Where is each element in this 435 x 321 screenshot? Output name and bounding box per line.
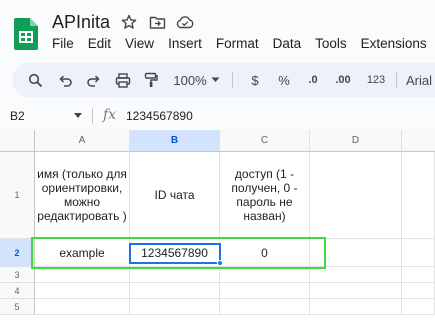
cell-e3[interactable] (402, 267, 435, 283)
cell-e5[interactable] (402, 299, 435, 315)
cell-d4[interactable] (310, 283, 402, 299)
row-header-4[interactable]: 4 (0, 283, 35, 299)
column-header-d[interactable]: D (310, 130, 402, 152)
cell-e1[interactable] (402, 152, 435, 239)
cell-b4[interactable] (130, 283, 220, 299)
cell-a1[interactable]: имя (только для ориентировки, можно реда… (35, 152, 130, 239)
sheets-logo-icon[interactable] (14, 18, 38, 50)
column-header-c[interactable]: C (220, 130, 310, 152)
menu-view[interactable]: View (125, 36, 154, 51)
spreadsheet-grid: A B C D 1 2 3 4 5 имя (только для ориент… (0, 130, 435, 321)
redo-icon[interactable] (84, 71, 102, 89)
move-folder-icon[interactable] (148, 13, 166, 31)
column-header-e[interactable] (402, 130, 435, 152)
cell-e2[interactable] (402, 239, 435, 267)
toolbar: 100% $ % .0 .00 123 Arial (12, 63, 435, 97)
increase-decimal-button[interactable]: .00 (330, 71, 356, 89)
cell-d5[interactable] (310, 299, 402, 315)
percent-format-button[interactable]: % (276, 71, 292, 89)
paint-format-icon[interactable] (142, 71, 160, 89)
menu-file[interactable]: File (52, 36, 74, 51)
app-header: APInita File Edit View Insert Format Dat… (0, 0, 435, 62)
row-header-1[interactable]: 1 (0, 152, 35, 239)
zoom-dropdown-icon[interactable] (210, 71, 220, 89)
star-icon[interactable] (120, 13, 138, 31)
column-header-a[interactable]: A (35, 130, 130, 152)
cell-c5[interactable] (220, 299, 310, 315)
number-format-button[interactable]: 123 (364, 71, 388, 89)
font-select[interactable]: Arial (406, 71, 435, 89)
document-title[interactable]: APInita (52, 12, 110, 33)
decrease-decimal-button[interactable]: .0 (302, 71, 324, 89)
cell-d1[interactable] (310, 152, 402, 239)
cell-c4[interactable] (220, 283, 310, 299)
formula-input[interactable]: 1234567890 (126, 109, 193, 123)
currency-format-button[interactable]: $ (248, 71, 262, 89)
highlight-box (31, 237, 326, 269)
cell-a4[interactable] (35, 283, 130, 299)
cell-b3[interactable] (130, 267, 220, 283)
zoom-select[interactable]: 100% (172, 71, 208, 89)
select-all-corner[interactable] (0, 130, 35, 152)
row-header-3[interactable]: 3 (0, 267, 35, 283)
cloud-status-icon[interactable] (176, 13, 194, 31)
cell-a5[interactable] (35, 299, 130, 315)
menu-edit[interactable]: Edit (88, 36, 111, 51)
undo-icon[interactable] (56, 71, 74, 89)
menu-extensions[interactable]: Extensions (361, 36, 427, 51)
name-box-dropdown-icon[interactable] (74, 113, 82, 118)
function-icon: fx (103, 107, 117, 123)
menu-bar: File Edit View Insert Format Data Tools … (52, 36, 435, 51)
cell-a3[interactable] (35, 267, 130, 283)
cell-c1[interactable]: доступ (1 - получен, 0 - пароль не назва… (220, 152, 310, 239)
menu-tools[interactable]: Tools (315, 36, 347, 51)
formula-bar-divider (92, 108, 93, 124)
menu-data[interactable]: Data (273, 36, 302, 51)
toolbar-divider (396, 72, 397, 88)
menu-format[interactable]: Format (216, 36, 259, 51)
row-header-5[interactable]: 5 (0, 299, 35, 315)
search-icon[interactable] (26, 71, 44, 89)
print-icon[interactable] (114, 71, 132, 89)
cell-b1[interactable]: ID чата (130, 152, 220, 239)
formula-bar: B2 fx 1234567890 (0, 103, 435, 129)
cell-b5[interactable] (130, 299, 220, 315)
row-header-2[interactable]: 2 (0, 239, 35, 267)
menu-insert[interactable]: Insert (168, 36, 202, 51)
cell-e4[interactable] (402, 283, 435, 299)
toolbar-divider (232, 72, 233, 88)
column-header-b[interactable]: B (130, 130, 220, 152)
name-box[interactable]: B2 (10, 109, 25, 123)
cell-c3[interactable] (220, 267, 310, 283)
cell-d3[interactable] (310, 267, 402, 283)
